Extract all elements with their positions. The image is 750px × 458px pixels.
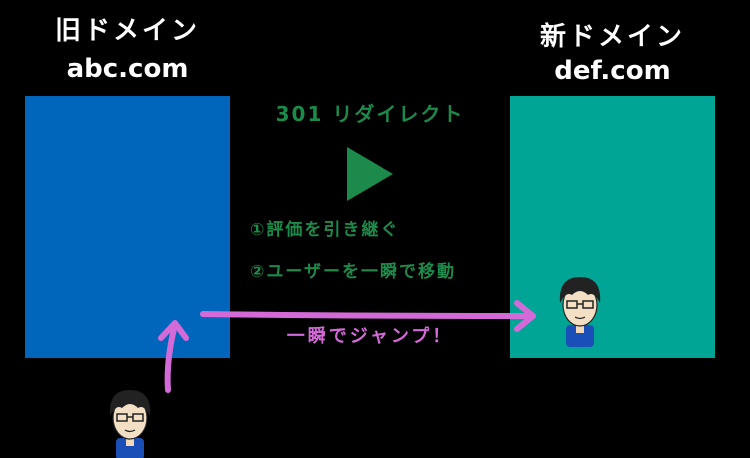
user-avatar bbox=[109, 390, 151, 458]
vertical-arrow bbox=[164, 322, 178, 393]
jump-arrows bbox=[109, 277, 601, 458]
user-avatar bbox=[559, 277, 601, 347]
jump-label: 一瞬でジャンプ！ bbox=[286, 326, 454, 347]
horizontal-arrow bbox=[200, 311, 533, 319]
